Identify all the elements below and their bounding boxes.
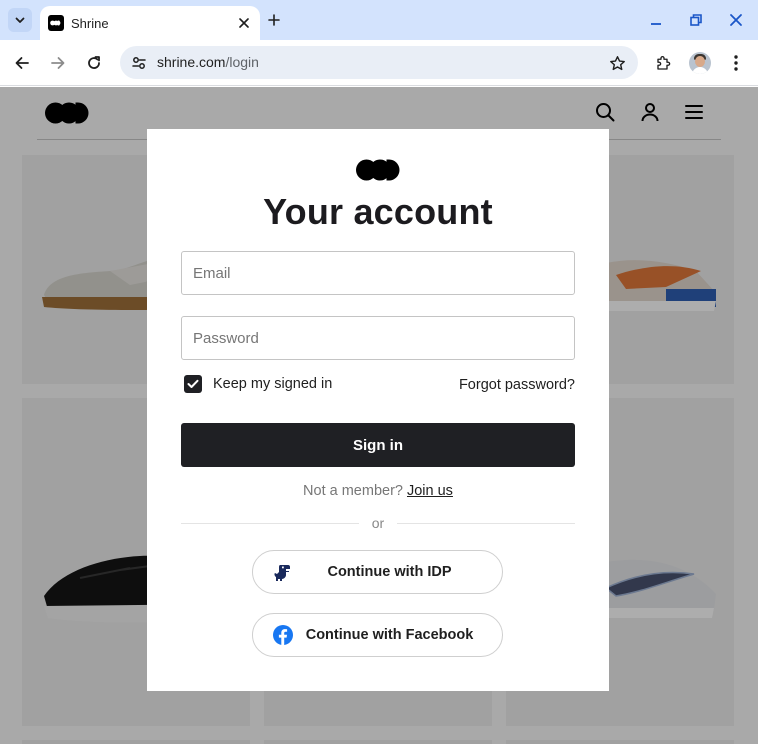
remember-label: Keep my signed in xyxy=(213,376,333,392)
tab-title: Shrine xyxy=(71,15,109,31)
chevron-down-icon xyxy=(15,17,25,23)
close-icon xyxy=(730,14,742,26)
member-prompt: Not a member? Join us xyxy=(147,483,609,499)
new-tab-button[interactable] xyxy=(264,10,284,30)
continue-with-idp-button[interactable]: Continue with IDP xyxy=(252,550,503,594)
browser-menu-button[interactable] xyxy=(724,51,748,75)
close-icon xyxy=(239,18,249,28)
arrow-left-icon xyxy=(15,57,29,69)
tab-strip: Shrine xyxy=(0,0,758,40)
forgot-password-link[interactable]: Forgot password? xyxy=(459,377,575,393)
tune-icon xyxy=(132,57,146,69)
site-info-button[interactable] xyxy=(127,51,151,75)
back-button[interactable] xyxy=(10,51,34,75)
tab-list-button[interactable] xyxy=(8,8,32,32)
remember-checkbox[interactable] xyxy=(184,375,202,393)
reload-button[interactable] xyxy=(82,51,106,75)
plus-icon xyxy=(268,14,280,26)
star-outline-icon xyxy=(609,55,625,70)
profile-avatar[interactable] xyxy=(689,52,711,74)
check-icon xyxy=(187,379,199,388)
tab-shrine[interactable]: Shrine xyxy=(40,6,260,40)
password-field[interactable] xyxy=(181,316,575,360)
restore-icon xyxy=(690,14,702,26)
more-vertical-icon xyxy=(734,55,738,71)
address-bar[interactable]: shrine.com/login xyxy=(120,46,638,79)
tab-close-button[interactable] xyxy=(234,13,254,33)
url-path: /login xyxy=(225,54,259,70)
forward-button[interactable] xyxy=(46,51,70,75)
member-prompt-text: Not a member? xyxy=(303,483,403,499)
bookmark-button[interactable] xyxy=(606,52,628,74)
dialog-title: Your account xyxy=(263,191,493,232)
url-host: shrine.com xyxy=(157,54,226,70)
minimize-button[interactable] xyxy=(646,10,666,30)
url-text: shrine.com/login xyxy=(157,54,259,70)
browser-toolbar: shrine.com/login xyxy=(0,40,758,86)
page-content: Your account Keep my signed in Forgot pa… xyxy=(0,87,758,744)
email-field[interactable] xyxy=(181,251,575,295)
restore-button[interactable] xyxy=(686,10,706,30)
continue-with-facebook-button[interactable]: Continue with Facebook xyxy=(252,613,503,657)
reload-icon xyxy=(88,56,100,69)
minimize-icon xyxy=(651,23,661,25)
join-us-link[interactable]: Join us xyxy=(407,483,453,499)
login-dialog: Your account Keep my signed in Forgot pa… xyxy=(147,129,609,691)
facebook-label: Continue with Facebook xyxy=(305,627,474,643)
idp-label: Continue with IDP xyxy=(327,564,452,580)
extensions-button[interactable] xyxy=(652,51,676,75)
sign-in-button[interactable]: Sign in xyxy=(181,423,575,467)
puzzle-icon xyxy=(657,56,671,70)
shrine-favicon-icon xyxy=(48,15,64,31)
remember-me[interactable]: Keep my signed in xyxy=(184,375,332,393)
window-close-button[interactable] xyxy=(726,10,746,30)
divider-or: or xyxy=(371,515,385,531)
shrine-logo-icon xyxy=(356,159,400,181)
arrow-right-icon xyxy=(51,57,65,69)
